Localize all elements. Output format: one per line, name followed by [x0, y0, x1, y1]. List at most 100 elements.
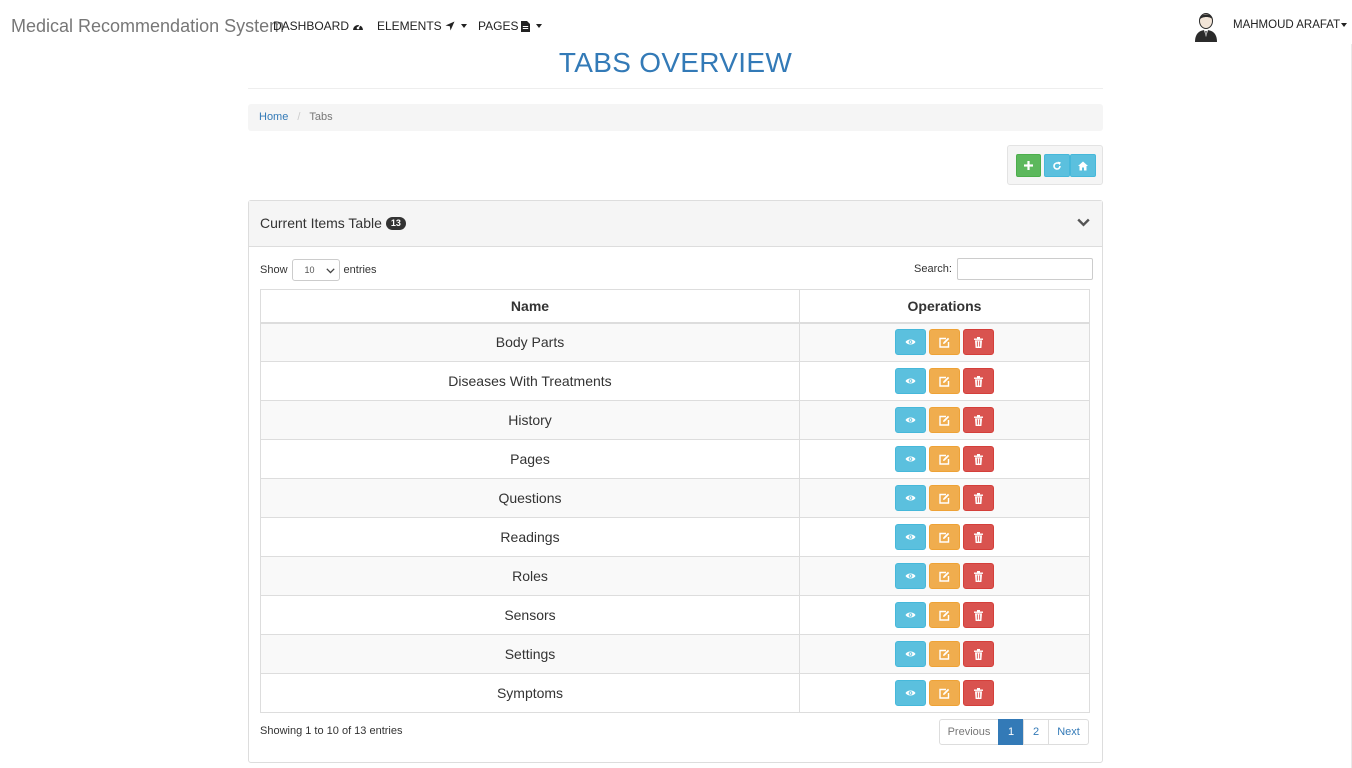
edit-button[interactable]: [929, 485, 960, 511]
view-button[interactable]: [895, 368, 926, 394]
row-operations: [799, 439, 1090, 479]
edit-button[interactable]: [929, 524, 960, 550]
edit-button[interactable]: [929, 641, 960, 667]
page-title: TABS OVERVIEW: [558, 47, 793, 78]
row-name: Diseases With Treatments: [260, 361, 800, 401]
chevron-down-icon[interactable]: [1077, 218, 1090, 227]
eye-icon: [905, 611, 916, 619]
items-panel: Current Items Table 13 Show 10 entries S…: [248, 200, 1103, 763]
row-name: Questions: [260, 478, 800, 518]
delete-button[interactable]: [963, 446, 994, 472]
table-row: Questions: [260, 478, 1090, 518]
home-button[interactable]: [1070, 154, 1096, 177]
view-button[interactable]: [895, 563, 926, 589]
delete-button[interactable]: [963, 680, 994, 706]
table-row: History: [260, 400, 1090, 440]
row-name: Sensors: [260, 595, 800, 635]
file-icon: [521, 20, 531, 32]
plus-icon: [1024, 161, 1033, 170]
edit-button[interactable]: [929, 680, 960, 706]
table-row: Body Parts: [260, 322, 1090, 362]
entries-label: entries: [343, 264, 377, 276]
panel-title: Current Items Table 13: [260, 215, 406, 231]
panel-heading[interactable]: Current Items Table 13: [249, 201, 1102, 247]
column-header-name[interactable]: Name: [260, 289, 800, 324]
view-button[interactable]: [895, 641, 926, 667]
delete-button[interactable]: [963, 329, 994, 356]
add-button[interactable]: [1016, 154, 1041, 177]
nav-elements[interactable]: ELEMENTS: [377, 19, 467, 33]
view-button[interactable]: [895, 446, 926, 472]
title-divider: [248, 88, 1103, 89]
eye-icon: [905, 689, 916, 697]
row-name: Roles: [260, 556, 800, 596]
trash-icon: [974, 336, 983, 348]
row-operations: [799, 595, 1090, 635]
edit-button[interactable]: [929, 368, 960, 394]
edit-icon: [939, 376, 950, 387]
row-operations: [799, 673, 1090, 713]
edit-button[interactable]: [929, 446, 960, 472]
edit-icon: [939, 532, 950, 543]
eye-icon: [905, 494, 916, 502]
view-button[interactable]: [895, 524, 926, 550]
view-button[interactable]: [895, 602, 926, 628]
delete-button[interactable]: [963, 485, 994, 511]
pagination: Previous 1 2 Next: [939, 719, 1089, 745]
view-button[interactable]: [895, 485, 926, 511]
table-row: Settings: [260, 634, 1090, 674]
nav-dashboard[interactable]: DASHBOARD: [273, 19, 364, 33]
pagination-previous[interactable]: Previous: [939, 719, 999, 745]
view-button[interactable]: [895, 329, 926, 356]
eye-icon: [905, 572, 916, 580]
pagination-next[interactable]: Next: [1048, 719, 1089, 745]
edit-icon: [939, 571, 950, 582]
page-size-select[interactable]: 10: [291, 259, 340, 281]
edit-button[interactable]: [929, 563, 960, 589]
nav-pages[interactable]: PAGES: [478, 19, 543, 33]
panel-title-text: Current Items Table: [260, 215, 382, 231]
brand-title[interactable]: Medical Recommendation System: [11, 16, 284, 37]
column-header-operations: Operations: [799, 289, 1090, 324]
row-name: Body Parts: [260, 322, 800, 362]
row-name: History: [260, 400, 800, 440]
row-operations: [799, 361, 1090, 401]
show-label: Show: [260, 264, 288, 276]
breadcrumb-separator: /: [297, 111, 301, 123]
edit-icon: [939, 610, 950, 621]
edit-button[interactable]: [929, 602, 960, 628]
table-info: Showing 1 to 10 of 13 entries: [260, 725, 403, 737]
pagination-page-1[interactable]: 1: [998, 719, 1024, 745]
pagination-page-2[interactable]: 2: [1023, 719, 1049, 745]
search-control: Search:: [914, 258, 1093, 280]
delete-button[interactable]: [963, 407, 994, 433]
edit-icon: [939, 415, 950, 426]
edit-icon: [939, 493, 950, 504]
chevron-down-icon: [536, 24, 543, 28]
nav-dashboard-label: DASHBOARD: [273, 19, 350, 33]
table-header-row: Name Operations: [260, 289, 1090, 324]
edit-icon: [939, 688, 950, 699]
user-avatar-icon[interactable]: [1191, 10, 1221, 42]
edit-button[interactable]: [929, 329, 960, 356]
search-input[interactable]: [956, 258, 1093, 280]
view-button[interactable]: [895, 407, 926, 433]
eye-icon: [905, 650, 916, 658]
delete-button[interactable]: [963, 524, 994, 550]
user-menu[interactable]: MAHMOUD ARAFAT: [1233, 19, 1348, 31]
delete-button[interactable]: [963, 602, 994, 628]
view-button[interactable]: [895, 680, 926, 706]
breadcrumb-home[interactable]: Home: [259, 111, 288, 123]
delete-button[interactable]: [963, 368, 994, 394]
trash-icon: [974, 492, 983, 504]
items-table: Name Operations Body Parts Diseases With …: [260, 289, 1090, 713]
table-row: Pages: [260, 439, 1090, 479]
edit-button[interactable]: [929, 407, 960, 433]
location-arrow-icon: [445, 21, 455, 31]
table-row: Readings: [260, 517, 1090, 557]
row-operations: [799, 517, 1090, 557]
refresh-button[interactable]: [1044, 154, 1070, 177]
delete-button[interactable]: [963, 563, 994, 589]
delete-button[interactable]: [963, 641, 994, 667]
trash-icon: [974, 570, 983, 582]
